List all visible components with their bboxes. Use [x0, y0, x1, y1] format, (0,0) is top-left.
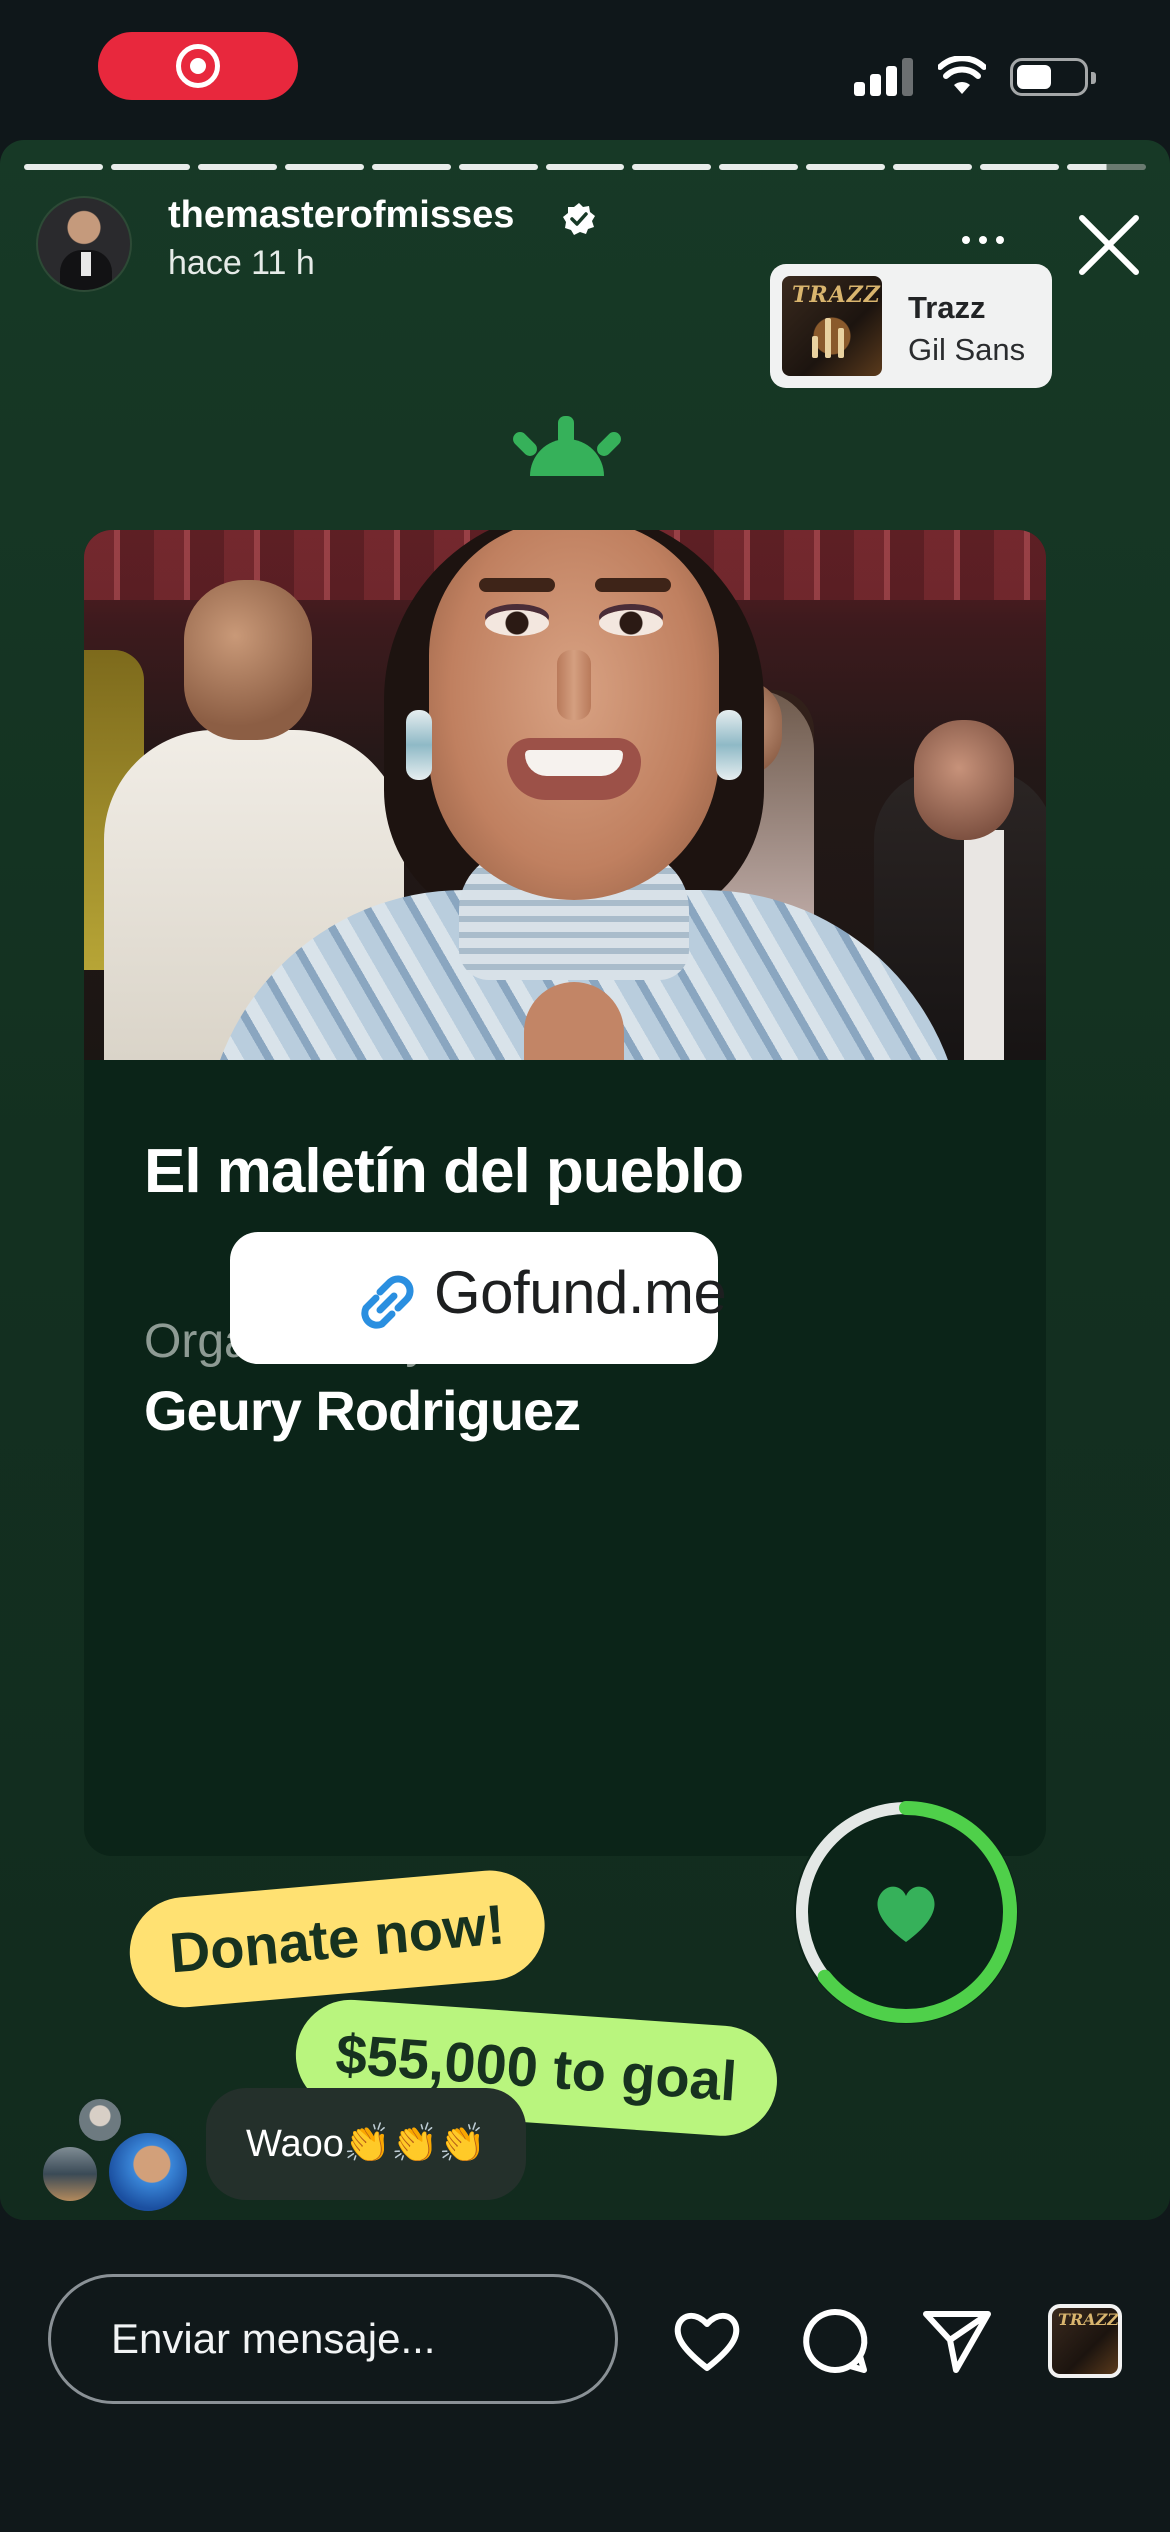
story-progress-bar	[24, 164, 1146, 170]
heart-icon[interactable]	[670, 2304, 744, 2378]
post-time: hace 11 h	[168, 244, 315, 282]
album-cover: TRAZZ	[782, 276, 882, 376]
fundraiser-card[interactable]: El maletín del pueblo Organized by Geury…	[84, 530, 1046, 1856]
fundraiser-title: El maletín del pueblo	[144, 1137, 744, 1206]
share-story-thumbnail[interactable]: TRAZZ	[1048, 2304, 1122, 2378]
fundraiser-photo	[84, 530, 1046, 1060]
message-input[interactable]	[48, 2274, 618, 2404]
reaction-avatar[interactable]	[40, 2144, 100, 2204]
profile-avatar[interactable]	[36, 196, 132, 292]
story-screen: themasterofmisses hace 11 h TRAZZ Trazz …	[0, 0, 1170, 2532]
music-sticker[interactable]: TRAZZ Trazz Gil Sans	[770, 264, 1052, 388]
music-artist: Gil Sans	[908, 332, 1026, 367]
comment-bubble[interactable]: Waoo👏👏👏	[206, 2088, 526, 2200]
reply-bar: TRAZZ	[0, 2220, 1170, 2532]
organizer-name: Geury Rodriguez	[144, 1379, 581, 1442]
battery-icon	[1010, 58, 1096, 96]
fundraiser-link-text[interactable]: Gofund.me	[434, 1258, 727, 1327]
username[interactable]: themasterofmisses	[168, 194, 514, 237]
send-icon[interactable]	[920, 2304, 994, 2378]
gofundme-logo-icon	[513, 416, 621, 476]
link-icon	[361, 1275, 414, 1329]
close-icon[interactable]	[1076, 212, 1142, 278]
story-card[interactable]: themasterofmisses hace 11 h TRAZZ Trazz …	[0, 140, 1170, 2220]
share-story-thumbnail-text: TRAZZ	[1058, 2310, 1119, 2329]
wifi-icon	[938, 56, 986, 94]
reaction-avatar[interactable]	[76, 2096, 124, 2144]
record-icon	[176, 44, 220, 88]
music-title: Trazz	[908, 290, 986, 325]
album-cover-text: TRAZZ	[792, 282, 881, 308]
reaction-avatar[interactable]	[106, 2130, 190, 2214]
status-bar	[0, 0, 1170, 140]
more-options-icon[interactable]	[962, 236, 1004, 244]
screen-recording-indicator[interactable]	[98, 32, 298, 100]
donate-now-sticker[interactable]: Donate now!	[125, 1865, 550, 2012]
cellular-signal-icon	[854, 58, 914, 96]
comment-icon[interactable]	[798, 2304, 872, 2378]
verified-badge-icon	[563, 203, 595, 235]
donate-heart-ring[interactable]	[786, 1792, 1026, 2032]
